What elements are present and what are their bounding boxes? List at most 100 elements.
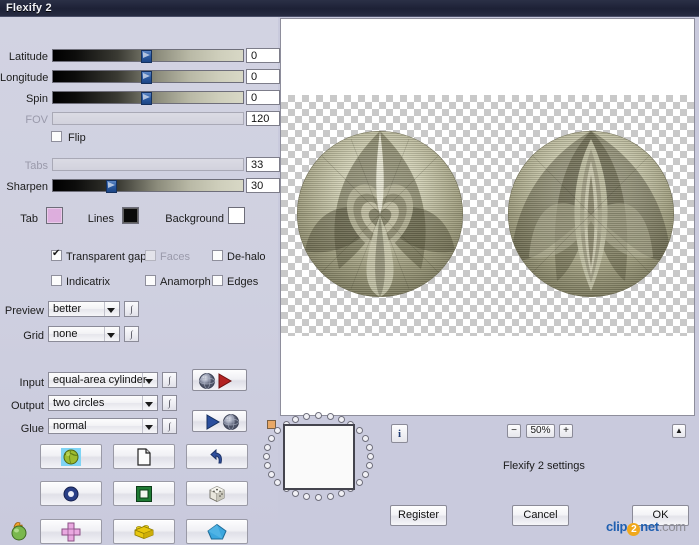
value-tabs[interactable]: 33 (246, 157, 280, 172)
new-document-button[interactable] (113, 444, 175, 469)
rotation-dial-dot[interactable] (315, 494, 322, 501)
window-title: Flexify 2 (6, 2, 52, 14)
slider-sharpen[interactable] (52, 179, 244, 193)
swap-button-output[interactable]: ∫ (162, 395, 177, 411)
swap-button-glue[interactable]: ∫ (162, 418, 177, 434)
slider-tabs (52, 158, 244, 171)
rotation-dial-dot[interactable] (292, 416, 300, 424)
value-spin[interactable]: 0 (246, 90, 280, 105)
rotation-dial-dot[interactable] (303, 492, 311, 500)
zoom-in-button[interactable]: + (559, 424, 573, 438)
frame-button[interactable] (113, 481, 175, 506)
swatch-tab-color[interactable] (46, 207, 63, 224)
cross-unfold-button[interactable] (40, 519, 102, 544)
watermark-mid: net (640, 519, 659, 534)
select-output[interactable]: two circles (48, 395, 158, 411)
rotation-dial-dot[interactable] (365, 462, 373, 470)
right-projection-circle (508, 131, 674, 297)
swap-button-input[interactable]: ∫ (162, 372, 177, 388)
value-longitude[interactable]: 0 (246, 69, 280, 84)
slider-thumb-latitude[interactable] (141, 50, 152, 63)
watermark-prefix: clip (606, 519, 628, 534)
preview-render (297, 131, 674, 297)
chevron-down-icon (145, 402, 153, 407)
rotation-dial-dot[interactable] (303, 413, 311, 421)
torus-button[interactable] (40, 481, 102, 506)
controls-panel: Latitude 0 Longitude 0 Spin 0 FOV 120 Fl… (0, 17, 280, 544)
rotation-dial-dot[interactable] (337, 416, 345, 424)
slider-fov (52, 112, 244, 125)
rotation-dial-dot[interactable] (268, 470, 276, 478)
rotation-dial-dot[interactable] (355, 478, 363, 486)
checkbox-flip[interactable] (51, 131, 62, 142)
value-latitude[interactable]: 0 (246, 48, 280, 63)
slider-spin[interactable] (52, 91, 244, 105)
image-preview-canvas[interactable] (280, 18, 695, 416)
rotation-dial-dot[interactable] (274, 427, 282, 435)
rotation-dial-dot[interactable] (367, 453, 374, 460)
rotation-dial-dot[interactable] (274, 478, 282, 486)
undo-arrow-icon (210, 448, 222, 463)
select-divider (142, 396, 143, 410)
rotation-dial-dot[interactable] (326, 413, 334, 421)
swatch-lines-color[interactable] (122, 207, 139, 224)
info-button[interactable]: i (391, 424, 408, 443)
zoom-out-button[interactable]: − (507, 424, 521, 438)
register-button[interactable]: Register (390, 505, 447, 526)
green-square-frame-icon (136, 485, 152, 502)
output-projection-preview-button[interactable] (192, 410, 247, 432)
value-sharpen[interactable]: 30 (246, 178, 280, 193)
checkbox-edges[interactable] (212, 275, 223, 286)
undo-button[interactable] (186, 444, 248, 469)
thumbnail-preview[interactable] (283, 424, 355, 490)
select-grid[interactable]: none (48, 326, 120, 342)
rotation-dial-dot[interactable] (355, 427, 363, 435)
label-tab-color: Tab (20, 213, 38, 225)
select-output-value: two circles (53, 397, 105, 409)
chevron-down-icon (145, 379, 153, 384)
rotation-dial-dot[interactable] (315, 412, 322, 419)
blue-play-to-sphere-icon (206, 414, 239, 430)
checkbox-indicatrix[interactable] (51, 275, 62, 286)
open-image-button[interactable] (40, 444, 102, 469)
brick-button[interactable] (113, 519, 175, 544)
zoom-level-value[interactable]: 50% (526, 424, 555, 438)
slider-longitude[interactable] (52, 70, 244, 84)
checkbox-transparent-gaps[interactable] (51, 248, 62, 261)
checkbox-de-halo[interactable] (212, 250, 223, 261)
rotation-dial-dot[interactable] (361, 435, 369, 443)
slider-thumb-sharpen[interactable] (106, 180, 117, 193)
rotation-dial-dot[interactable] (337, 489, 345, 497)
swatch-background-color[interactable] (228, 207, 245, 224)
label-indicatrix: Indicatrix (66, 276, 111, 288)
dice-button[interactable] (186, 481, 248, 506)
input-projection-preview-button[interactable] (192, 369, 247, 391)
rotation-dial-dot[interactable] (263, 453, 270, 460)
swap-button-preview[interactable]: ∫ (124, 301, 139, 317)
select-divider (142, 373, 143, 387)
polyhedron-button[interactable] (186, 519, 248, 544)
select-input[interactable]: equal-area cylinder (48, 372, 158, 388)
rotation-dial-dot[interactable] (365, 443, 373, 451)
value-fov[interactable]: 120 (246, 111, 280, 126)
rotation-dial-dot[interactable] (361, 470, 369, 478)
label-transparent-gaps: Transparent gaps (66, 251, 152, 263)
label-latitude: Latitude (8, 51, 48, 63)
swap-button-grid[interactable]: ∫ (124, 326, 139, 342)
label-lines-color: Lines (87, 213, 114, 225)
slider-latitude[interactable] (52, 49, 244, 63)
slider-thumb-spin[interactable] (141, 92, 152, 105)
rotation-dial-dot[interactable] (292, 489, 300, 497)
label-glue: Glue (20, 423, 44, 435)
rotation-dial-dot[interactable] (326, 492, 334, 500)
slider-thumb-longitude[interactable] (141, 71, 152, 84)
checkbox-faces (145, 250, 156, 261)
yellow-brick-icon (134, 524, 154, 539)
cancel-button[interactable]: Cancel (512, 505, 569, 526)
checkbox-anamorph[interactable] (145, 275, 156, 286)
label-anamorph: Anamorph (160, 276, 211, 288)
select-preview[interactable]: better (48, 301, 120, 317)
select-input-value: equal-area cylinder (53, 374, 147, 386)
select-glue[interactable]: normal (48, 418, 158, 434)
collapse-panel-button[interactable]: ▲ (672, 424, 686, 438)
